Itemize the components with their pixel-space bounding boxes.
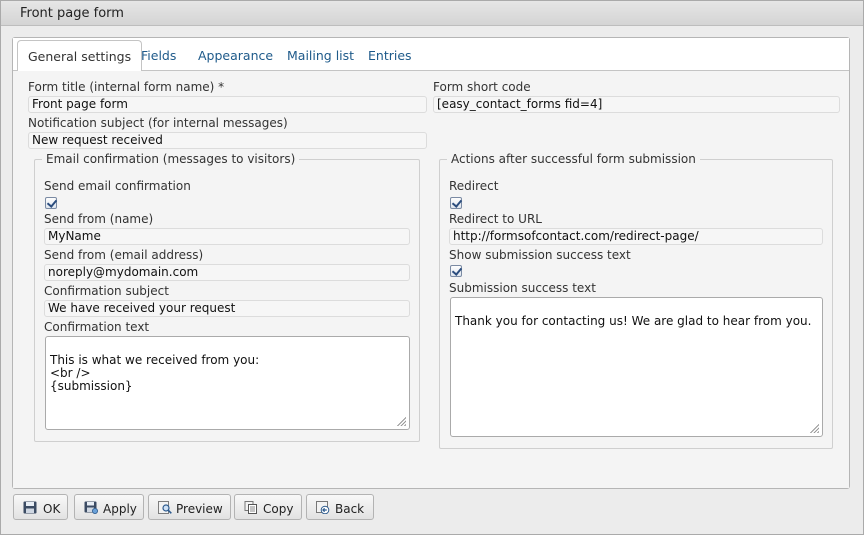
tab-general-settings[interactable]: General settings [17,40,143,72]
show-success-checkbox[interactable] [450,265,462,277]
back-button-label: Back [335,502,365,516]
preview-button[interactable]: Preview [148,494,231,520]
form-title-label: Form title (internal form name) * [28,80,225,94]
actions-legend: Actions after successful form submission [451,152,696,166]
tab-entries[interactable]: Entries [368,48,412,63]
success-text-label: Submission success text [449,281,596,295]
form-shortcode-label: Form short code [433,80,531,94]
back-button[interactable]: Back [306,494,374,520]
title-bar: Front page form [1,1,863,26]
resize-grip-icon[interactable] [809,423,819,433]
send-confirmation-checkbox[interactable] [45,197,57,209]
tab-fields[interactable]: Fields [141,48,176,63]
notification-subject-label: Notification subject (for internal messa… [28,116,288,130]
send-from-email-label: Send from (email address) [44,248,204,262]
confirmation-subject-input[interactable]: We have received your request [44,300,410,317]
confirmation-text-label: Confirmation text [44,320,150,334]
preview-magnifier-icon [158,501,172,514]
ok-button[interactable]: OK [13,494,68,520]
apply-button-label: Apply [103,502,137,516]
redirect-checkbox[interactable] [450,197,462,209]
success-text-textarea[interactable]: Thank you for contacting us! We are glad… [450,297,823,437]
send-from-name-label: Send from (name) [44,212,154,226]
redirect-url-label: Redirect to URL [449,212,542,226]
preview-button-label: Preview [176,502,223,516]
form-title-input[interactable]: Front page form [28,96,427,113]
confirmation-text-value: This is what we received from you: <br /… [50,353,260,393]
window-title: Front page form [20,6,124,21]
send-from-email-input[interactable]: noreply@mydomain.com [44,264,410,281]
form-shortcode-input[interactable]: [easy_contact_forms fid=4] [433,96,840,113]
show-success-label: Show submission success text [449,248,631,262]
copy-pages-icon [244,501,257,514]
email-confirmation-legend: Email confirmation (messages to visitors… [46,152,296,166]
tabs-container: General settings Fields Appearance Maili… [12,37,850,489]
back-arrow-icon [316,501,330,514]
copy-button[interactable]: Copy [234,494,302,520]
form-editor-window: Front page form General settings Fields … [0,0,864,535]
tab-mailing-list[interactable]: Mailing list [287,48,354,63]
send-from-name-input[interactable]: MyName [44,228,410,245]
redirect-label: Redirect [449,179,499,193]
copy-button-label: Copy [263,502,294,516]
button-bar: OK Apply Preview Copy Back [1,491,863,531]
confirmation-subject-label: Confirmation subject [44,284,169,298]
tab-bar: General settings Fields Appearance Maili… [13,38,849,72]
apply-disk-icon [84,501,98,514]
resize-grip-icon[interactable] [396,416,406,426]
redirect-url-input[interactable]: http://formsofcontact.com/redirect-page/ [449,228,823,245]
confirmation-text-textarea[interactable]: This is what we received from you: <br /… [45,336,410,430]
notification-subject-input[interactable]: New request received [28,132,427,149]
general-settings-panel: Form title (internal form name) * Front … [13,71,849,488]
save-disk-icon [23,501,37,514]
send-confirmation-label: Send email confirmation [44,179,191,193]
apply-button[interactable]: Apply [74,494,144,520]
tab-appearance[interactable]: Appearance [198,48,273,63]
ok-button-label: OK [43,502,61,516]
success-text-value: Thank you for contacting us! We are glad… [455,314,812,328]
